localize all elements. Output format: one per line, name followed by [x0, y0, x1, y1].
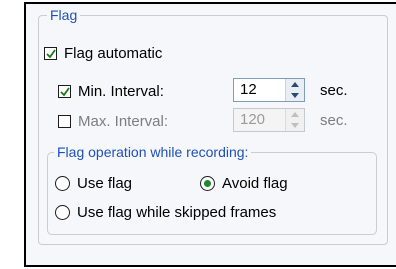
avoid-flag-radio[interactable]: Avoid flag	[200, 175, 288, 192]
flag-panel: Flag Flag automatic Min. Interval: 12 se…	[28, 6, 394, 263]
max-interval-spin-buttons[interactable]	[285, 109, 304, 131]
use-flag-skipped-radio[interactable]: Use flag while skipped frames	[55, 204, 276, 221]
flag-automatic-checkbox[interactable]: Flag automatic	[44, 45, 162, 62]
max-interval-checkbox[interactable]: Max. Interval:	[58, 113, 168, 130]
radio-empty-icon[interactable]	[55, 176, 70, 191]
min-interval-check-icon[interactable]	[58, 85, 71, 98]
min-interval-spinbox[interactable]: 12	[233, 78, 305, 102]
max-interval-unit: sec.	[320, 112, 348, 129]
radio-empty-icon[interactable]	[55, 205, 70, 220]
min-interval-spin-buttons[interactable]	[285, 79, 304, 101]
use-flag-skipped-label: Use flag while skipped frames	[77, 204, 277, 221]
spin-up-icon[interactable]	[286, 109, 304, 120]
spin-up-icon[interactable]	[286, 79, 304, 90]
min-interval-label: Min. Interval:	[78, 83, 164, 100]
min-interval-value[interactable]: 12	[234, 79, 285, 101]
radio-selected-icon[interactable]	[200, 176, 215, 191]
min-interval-checkbox[interactable]: Min. Interval:	[58, 83, 164, 100]
spin-down-icon[interactable]	[286, 90, 304, 101]
max-interval-label: Max. Interval:	[78, 113, 169, 130]
max-interval-value[interactable]: 120	[234, 109, 285, 131]
avoid-flag-label: Avoid flag	[222, 175, 288, 192]
spin-down-icon[interactable]	[286, 120, 304, 131]
flag-group-title: Flag	[47, 7, 81, 23]
min-interval-unit: sec.	[320, 82, 348, 99]
flag-automatic-check-icon[interactable]	[44, 47, 57, 60]
flag-automatic-label: Flag automatic	[64, 45, 163, 62]
flag-panel-frame: Flag Flag automatic Min. Interval: 12 se…	[24, 2, 396, 267]
flag-operation-title: Flag operation while recording:	[54, 144, 252, 160]
flag-operation-groupbox: Flag operation while recording: Use flag…	[47, 144, 377, 235]
max-interval-check-icon[interactable]	[58, 115, 71, 128]
max-interval-spinbox[interactable]: 120	[233, 108, 305, 132]
use-flag-radio[interactable]: Use flag	[55, 175, 132, 192]
use-flag-label: Use flag	[77, 175, 133, 192]
